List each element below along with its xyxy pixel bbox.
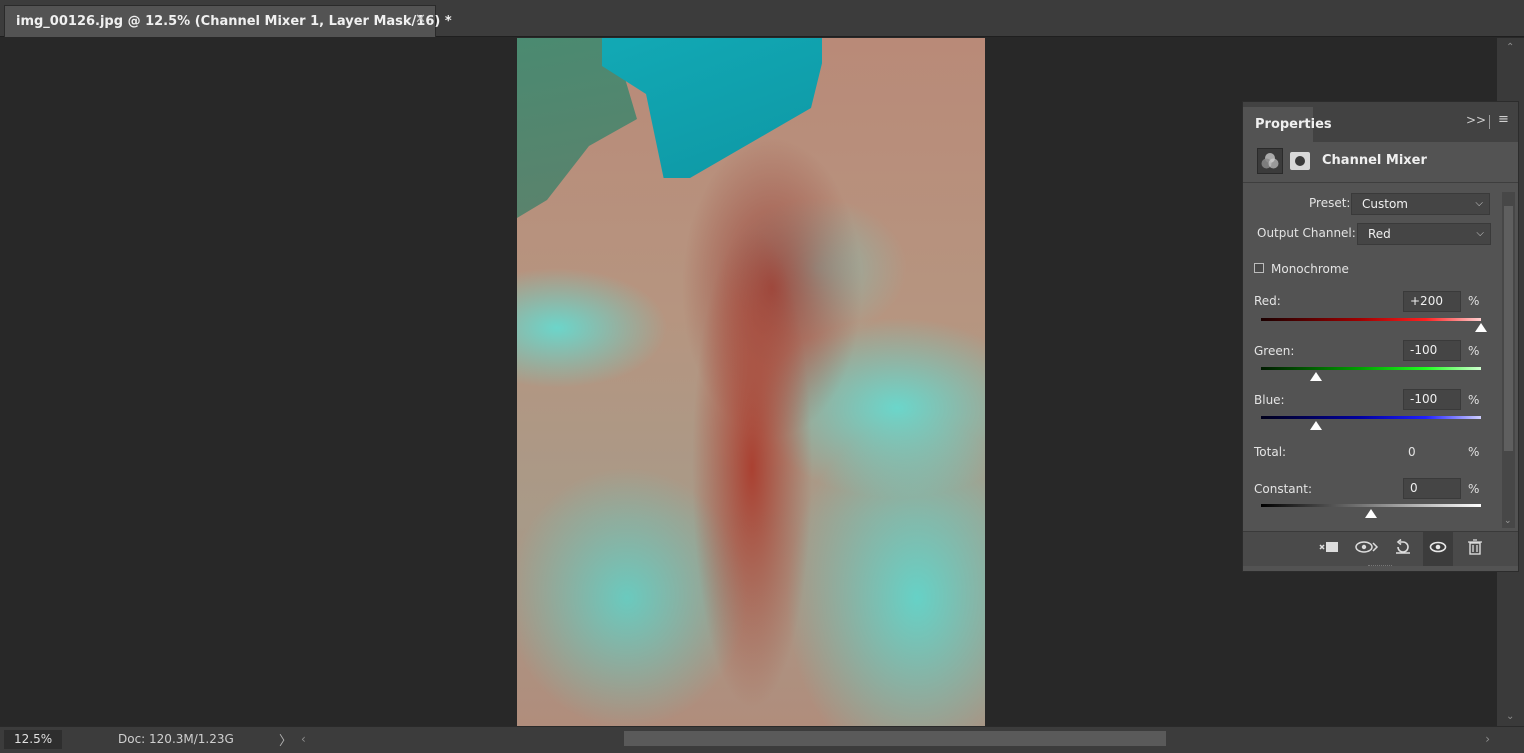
total-percent-label: % [1468,445,1480,459]
output-channel-value: Red [1368,227,1391,241]
reset-icon[interactable] [1391,538,1415,559]
status-menu-arrow-icon[interactable]: 〉 [279,730,292,749]
close-icon[interactable]: ✕ [415,12,426,27]
scroll-right-icon[interactable]: › [1485,732,1490,746]
red-percent-label: % [1468,294,1480,308]
panel-scroll-thumb[interactable] [1504,206,1513,451]
properties-panel: Properties >> ≡ Channel Mixer Preset: Cu… [1242,101,1519,572]
scroll-left-icon[interactable]: ‹ [301,732,306,746]
total-value: 0 [1408,445,1416,459]
green-slider-track[interactable] [1261,367,1481,370]
green-slider-label: Green: [1254,344,1295,358]
document-tab-bar: img_00126.jpg @ 12.5% (Channel Mixer 1, … [0,0,1524,37]
constant-label: Constant: [1254,482,1312,496]
channel-mixer-adjustment-icon[interactable] [1257,148,1283,174]
document-image [517,38,985,726]
panel-header: Properties >> ≡ [1243,102,1518,142]
constant-percent-label: % [1468,482,1480,496]
green-percent-label: % [1468,344,1480,358]
view-previous-state-icon[interactable] [1355,539,1379,559]
doc-size-info: Doc: 120.3M/1.23G [118,732,234,746]
horizontal-scroll-thumb[interactable] [624,731,1166,746]
blue-value-input[interactable]: -100 [1403,389,1461,410]
panel-resize-grip[interactable] [1368,565,1392,569]
output-channel-dropdown[interactable]: Red ⌵ [1357,223,1491,245]
chevron-down-icon: ⌵ [1476,228,1484,239]
panel-separator [1243,182,1518,183]
panel-footer [1243,531,1518,566]
scroll-down-icon[interactable]: ⌄ [1504,516,1512,526]
visibility-eye-icon [1426,539,1450,558]
green-value-input[interactable]: -100 [1403,340,1461,361]
panel-tab-label: Properties [1255,117,1332,132]
panel-scrollbar[interactable]: ⌄ [1502,192,1515,528]
blue-slider-label: Blue: [1254,393,1285,407]
preset-label: Preset: [1309,196,1351,210]
chevron-down-icon: ⌵ [1475,198,1483,209]
constant-value-input[interactable]: 0 [1403,478,1461,499]
constant-slider-thumb[interactable] [1365,509,1377,518]
horizontal-scrollbar[interactable]: ‹ › [293,730,1498,750]
zoom-level-field[interactable]: 12.5% [4,730,62,749]
tab-properties[interactable]: Properties [1243,107,1332,142]
monochrome-checkbox[interactable] [1254,263,1264,273]
blue-slider-thumb[interactable] [1310,421,1322,430]
red-slider-thumb[interactable] [1475,323,1487,332]
monochrome-label: Monochrome [1271,262,1349,276]
trash-icon[interactable] [1463,539,1487,559]
layer-mask-icon[interactable] [1290,152,1310,170]
total-label: Total: [1254,445,1287,459]
red-slider-track[interactable] [1261,318,1481,321]
red-value-input[interactable]: +200 [1403,291,1461,312]
clip-to-layer-icon[interactable] [1317,539,1341,559]
blue-slider-track[interactable] [1261,416,1481,419]
scroll-up-icon[interactable]: ⌃ [1506,42,1514,53]
panel-menu-icon[interactable]: ≡ [1498,112,1509,127]
green-slider-thumb[interactable] [1310,372,1322,381]
red-slider-label: Red: [1254,294,1281,308]
scroll-down-icon[interactable]: ⌄ [1506,711,1514,722]
preset-value: Custom [1362,197,1408,211]
header-divider [1489,115,1490,129]
status-bar: 12.5% Doc: 120.3M/1.23G 〉 ‹ › [0,726,1524,753]
adjustment-title: Channel Mixer [1322,153,1427,168]
document-tab[interactable]: img_00126.jpg @ 12.5% (Channel Mixer 1, … [4,5,452,37]
constant-slider-track[interactable] [1261,504,1481,507]
output-channel-label: Output Channel: [1257,226,1356,240]
collapse-panel-icon[interactable]: >> [1466,113,1486,127]
blue-percent-label: % [1468,393,1480,407]
document-tab-title: img_00126.jpg @ 12.5% (Channel Mixer 1, … [16,14,452,29]
image-shirt-region [602,38,822,178]
visibility-toggle-button[interactable] [1423,532,1453,566]
preset-dropdown[interactable]: Custom ⌵ [1351,193,1490,215]
